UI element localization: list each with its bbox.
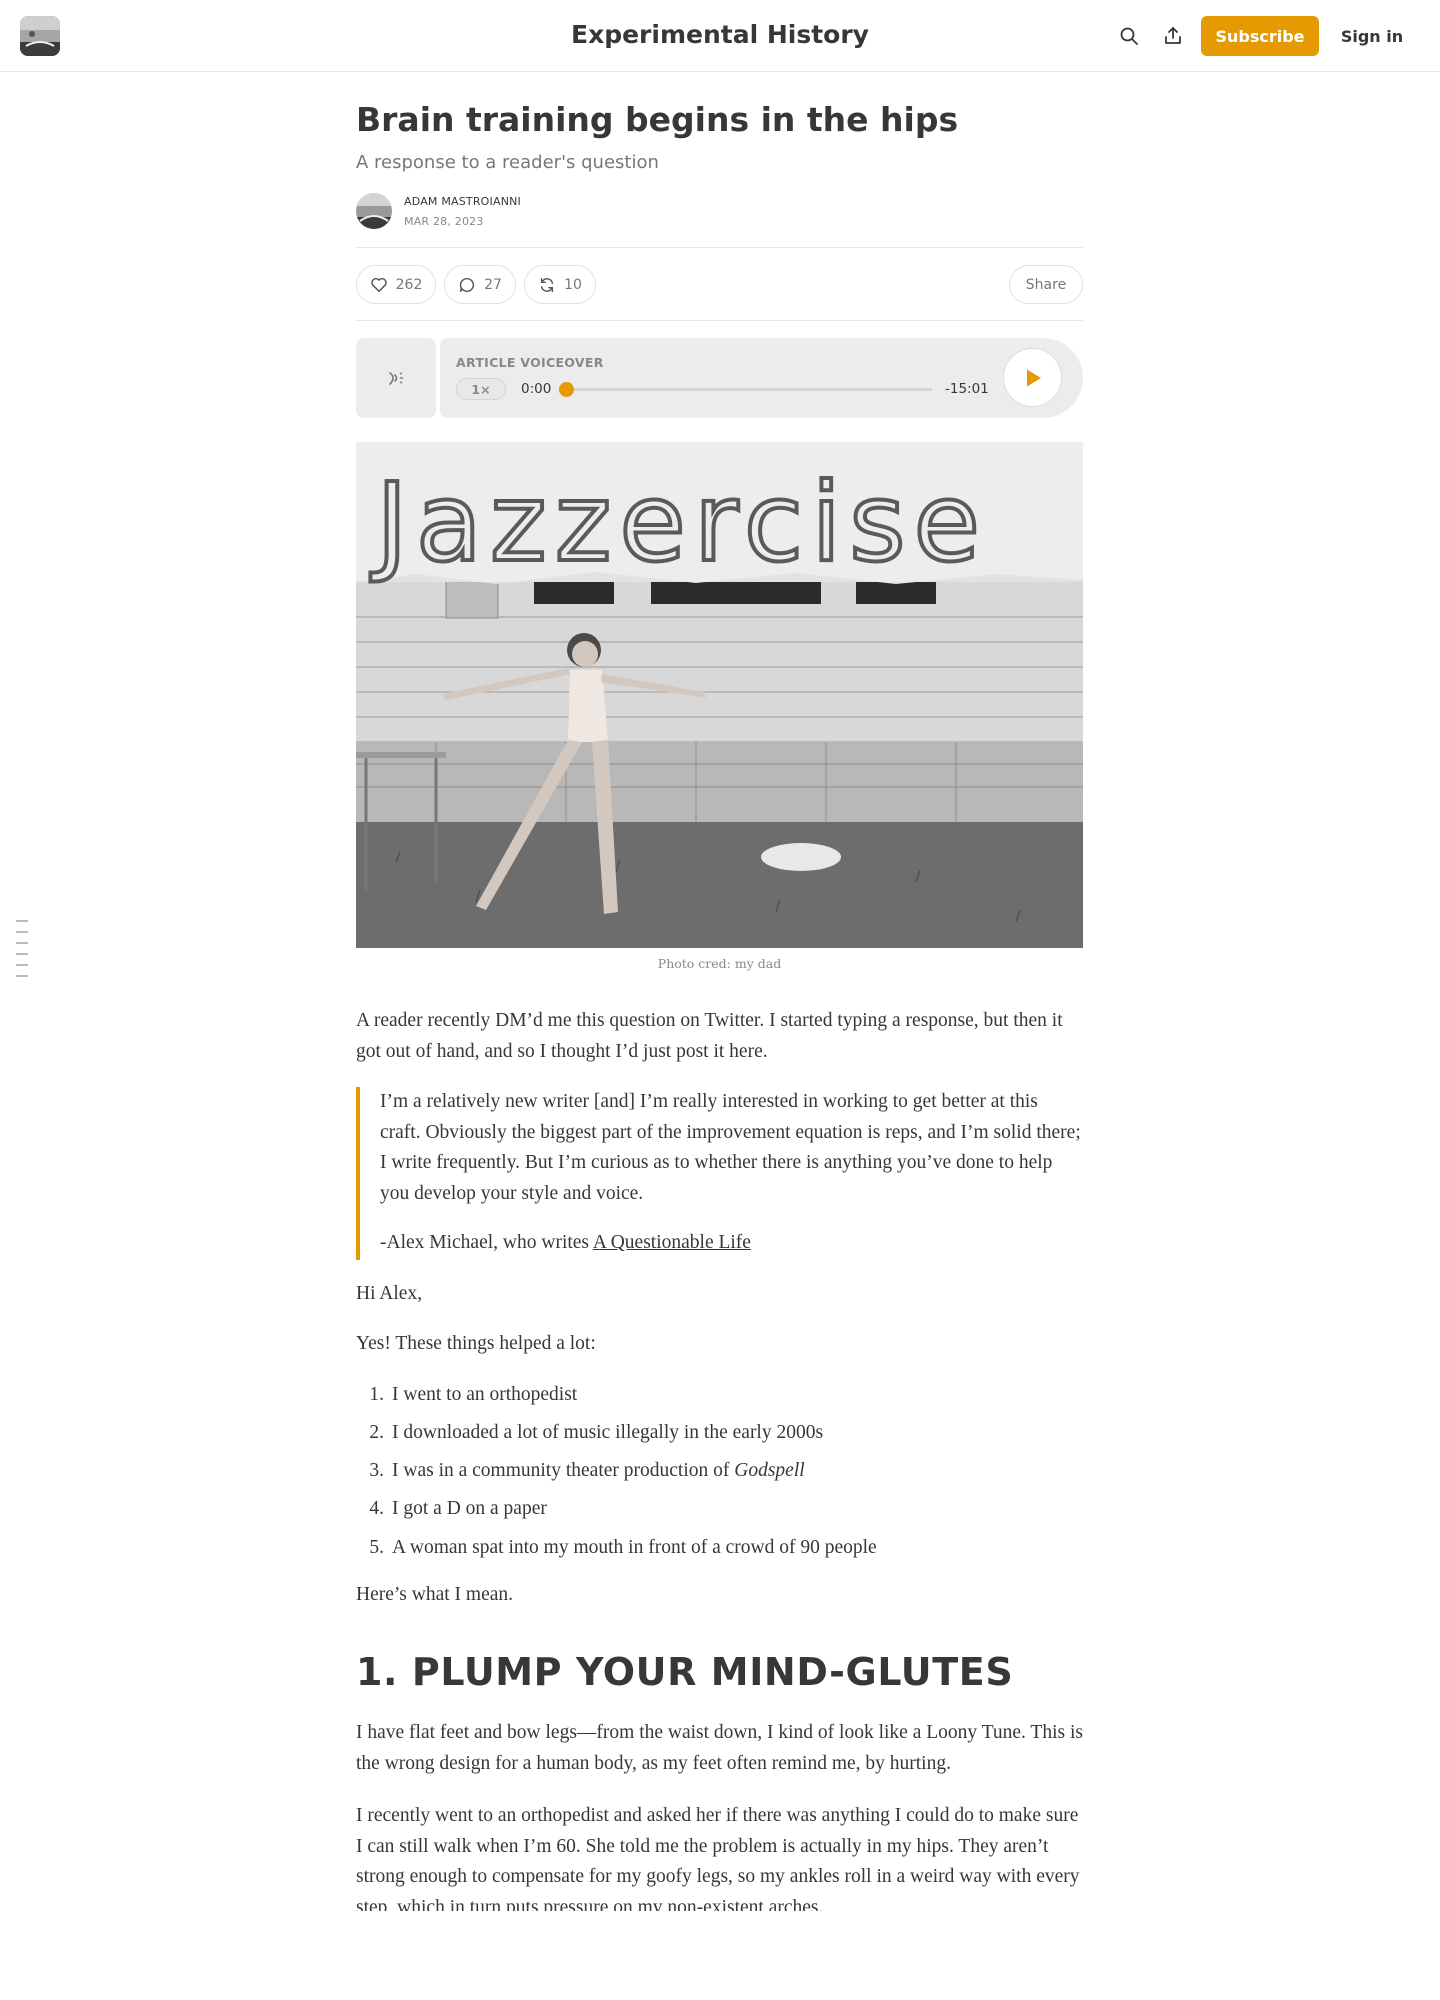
toc-line[interactable] [16,953,28,955]
progress-track[interactable] [559,382,932,397]
paragraph-clip: I recently went to an orthopedist and as… [356,1801,1083,1911]
post-subtitle: A response to a reader's question [356,152,659,173]
body-paragraph: I have flat feet and bow legs—from the w… [356,1722,1083,1774]
toc-line[interactable] [16,964,28,966]
search-icon[interactable] [1115,22,1143,50]
list-item-text: I downloaded a lot of music illegally in… [392,1422,824,1443]
quote-text: I’m a relatively new writer [and] I’m re… [380,1091,1081,1204]
table-of-contents[interactable] [16,920,28,986]
restack-button[interactable]: 10 [524,265,596,304]
list-item-text: I was in a community theater production … [392,1460,735,1481]
top-navbar: Experimental History Subscribe Sign in [0,0,1440,72]
photo-caption: Photo cred: my dad [657,956,782,971]
play-icon [1026,369,1041,386]
author-avatar[interactable] [356,193,392,229]
play-button[interactable] [1003,348,1062,407]
sign-in-button[interactable]: Sign in [1330,16,1414,56]
remaining-time: -15:01 [945,381,989,397]
quote-attribution: -Alex Michael, who writes A Questionable… [380,1228,1083,1259]
heart-icon [370,277,387,292]
list-item: 5. A woman spat into my mouth in front of… [356,1533,1083,1564]
toc-line[interactable] [16,931,28,933]
subscribe-button[interactable]: Subscribe [1201,16,1319,56]
list-item-text: I went to an orthopedist [392,1384,578,1405]
share-button[interactable]: Share [1009,265,1083,304]
comment-button[interactable]: 27 [444,265,516,304]
restack-icon [540,277,554,292]
list-item: 4. I got a D on a paper [356,1494,1083,1525]
voiceover-thumbnail [356,338,436,418]
share-icon[interactable] [1159,22,1187,50]
hero-photo[interactable]: Jazzercise [356,442,1083,948]
list-number: 2. [369,1422,384,1443]
list-number: 1. [369,1384,384,1405]
outro-paragraph: Here’s what I mean. [356,1584,514,1605]
share-label: Share [1025,276,1067,293]
like-count: 262 [395,276,423,293]
publication-logo[interactable] [20,16,60,56]
like-button[interactable]: 262 [356,265,436,304]
list-item-text: I got a D on a paper [392,1498,547,1519]
voiceover-label: ARTICLE VOICEOVER [456,355,604,370]
author-name[interactable]: ADAM MASTROIANNI [404,195,521,208]
comment-icon [459,277,475,292]
list-item: 2. I downloaded a lot of music illegally … [356,1418,1083,1449]
list-number: 5. [369,1537,384,1558]
lead-paragraph: Yes! These things helped a lot: [356,1333,596,1354]
intro-paragraph: A reader recently DM’d me this question … [356,1010,1063,1062]
toc-line[interactable] [16,920,28,922]
comment-count: 27 [484,276,502,293]
toc-line[interactable] [16,942,28,944]
list-item: 3. I was in a community theater productio… [356,1456,1083,1487]
restack-count: 10 [564,276,582,293]
post-title: Brain training begins in the hips [356,100,959,139]
list-item-emphasis: Godspell [734,1460,805,1481]
playback-speed-button[interactable]: 1× [456,378,506,400]
banner-lettering: Jazzercise [370,461,988,586]
divider [356,320,1083,321]
list-item-text: A woman spat into my mouth in front of a… [392,1537,877,1558]
list-number: 3. [369,1460,384,1481]
list-item: 1. I went to an orthopedist [356,1380,1083,1411]
quote-attribution-text: -Alex Michael, who writes [380,1232,593,1253]
post-date: MAR 28, 2023 [404,215,484,228]
progress-handle[interactable] [559,382,574,397]
audio-player: ARTICLE VOICEOVER 1× 0:00 -15:01 [440,338,1083,418]
section-heading: 1. PLUMP YOUR MIND-GLUTES [356,1650,1014,1694]
reader-question-quote: I’m a relatively new writer [and] I’m re… [356,1087,1083,1260]
toc-line[interactable] [16,975,28,977]
body-paragraph: I recently went to an orthopedist and as… [356,1805,1080,1911]
divider [356,247,1083,248]
sound-wave-icon [389,372,403,385]
list-number: 4. [369,1498,384,1519]
a-questionable-life-link[interactable]: A Questionable Life [593,1232,751,1253]
current-time: 0:00 [521,381,552,397]
greeting-paragraph: Hi Alex, [356,1283,423,1304]
